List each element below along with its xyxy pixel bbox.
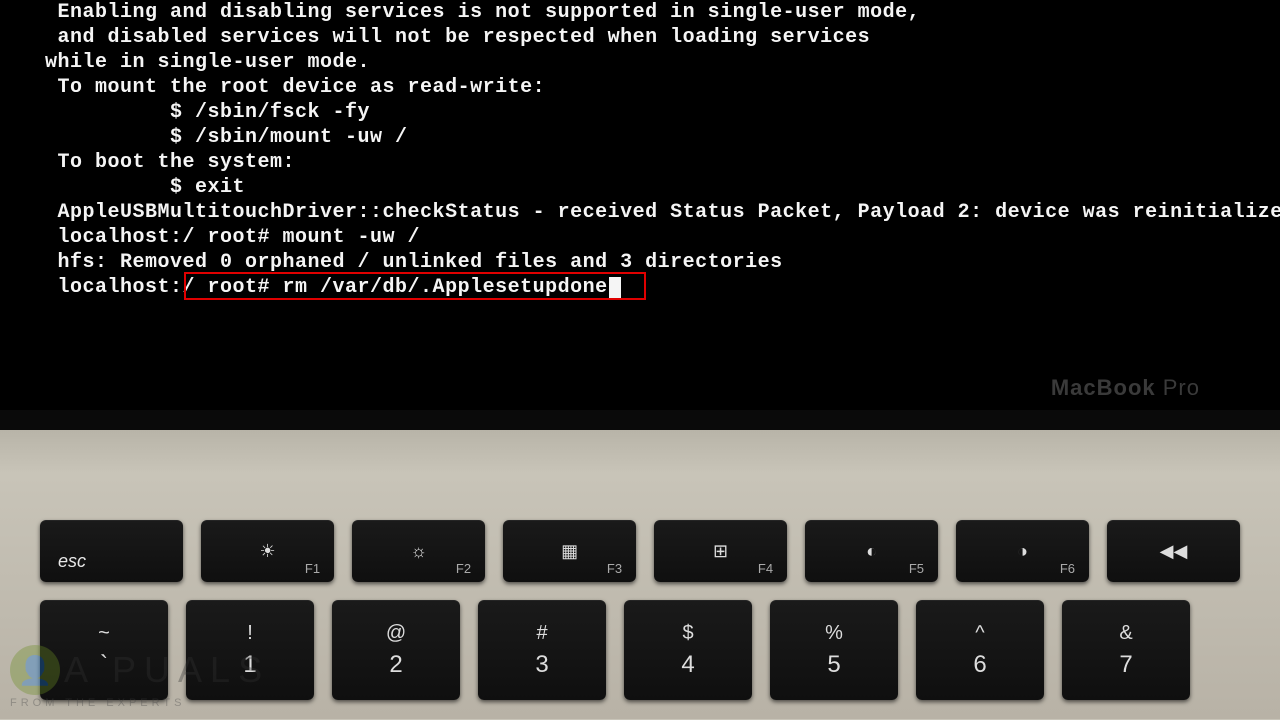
watermark-logo-icon: 👤 — [10, 645, 60, 695]
keyboard-bright-icon: ◑ — [1017, 541, 1028, 562]
f4-key[interactable]: ⊞F4 — [654, 520, 787, 582]
mission-control-icon: ▦ — [561, 541, 578, 562]
terminal-line: $ /sbin/mount -uw / — [0, 125, 1280, 150]
six-key[interactable]: ^6 — [916, 600, 1044, 700]
rewind-icon: ◀◀ — [1160, 541, 1188, 562]
terminal-line: To mount the root device as read-write: — [0, 75, 1280, 100]
terminal-line: To boot the system: — [0, 150, 1280, 175]
terminal-line: $ /sbin/fsck -fy — [0, 100, 1280, 125]
f1-key[interactable]: ☀F1 — [201, 520, 334, 582]
three-key[interactable]: #3 — [478, 600, 606, 700]
rewind-key[interactable]: ◀◀ — [1107, 520, 1240, 582]
terminal-line: localhost:/ root# mount -uw / — [0, 225, 1280, 250]
terminal-line: $ exit — [0, 175, 1280, 200]
five-key[interactable]: %5 — [770, 600, 898, 700]
watermark: 👤 A PUALS FROM THE EXPERTS — [10, 645, 270, 709]
four-key[interactable]: $4 — [624, 600, 752, 700]
terminal-line: AppleUSBMultitouchDriver::checkStatus - … — [0, 200, 1280, 225]
cursor-icon — [609, 277, 621, 299]
terminal-line: while in single-user mode. — [0, 50, 1280, 75]
seven-key[interactable]: &7 — [1062, 600, 1190, 700]
keyboard-dim-icon: ◐ — [866, 541, 877, 562]
brightness-down-icon: ☀ — [260, 541, 276, 562]
terminal-line: Enabling and disabling services is not s… — [0, 0, 1280, 25]
f3-key[interactable]: ▦F3 — [503, 520, 636, 582]
brightness-up-icon: ☼ — [410, 541, 427, 562]
function-key-row: esc ☀F1 ☼F2 ▦F3 ⊞F4 ◐F5 ◑F6 ◀◀ — [40, 520, 1240, 582]
terminal-screen: Enabling and disabling services is not s… — [0, 0, 1280, 430]
laptop-brand-label: MacBook Pro — [1051, 375, 1200, 400]
f2-key[interactable]: ☼F2 — [352, 520, 485, 582]
f5-key[interactable]: ◐F5 — [805, 520, 938, 582]
esc-key[interactable]: esc — [40, 520, 183, 582]
two-key[interactable]: @2 — [332, 600, 460, 700]
terminal-line: and disabled services will not be respec… — [0, 25, 1280, 50]
launchpad-icon: ⊞ — [713, 541, 728, 562]
terminal-prompt[interactable]: localhost:/ root# rm /var/db/.Applesetup… — [0, 275, 1280, 300]
f6-key[interactable]: ◑F6 — [956, 520, 1089, 582]
terminal-line: hfs: Removed 0 orphaned / unlinked files… — [0, 250, 1280, 275]
